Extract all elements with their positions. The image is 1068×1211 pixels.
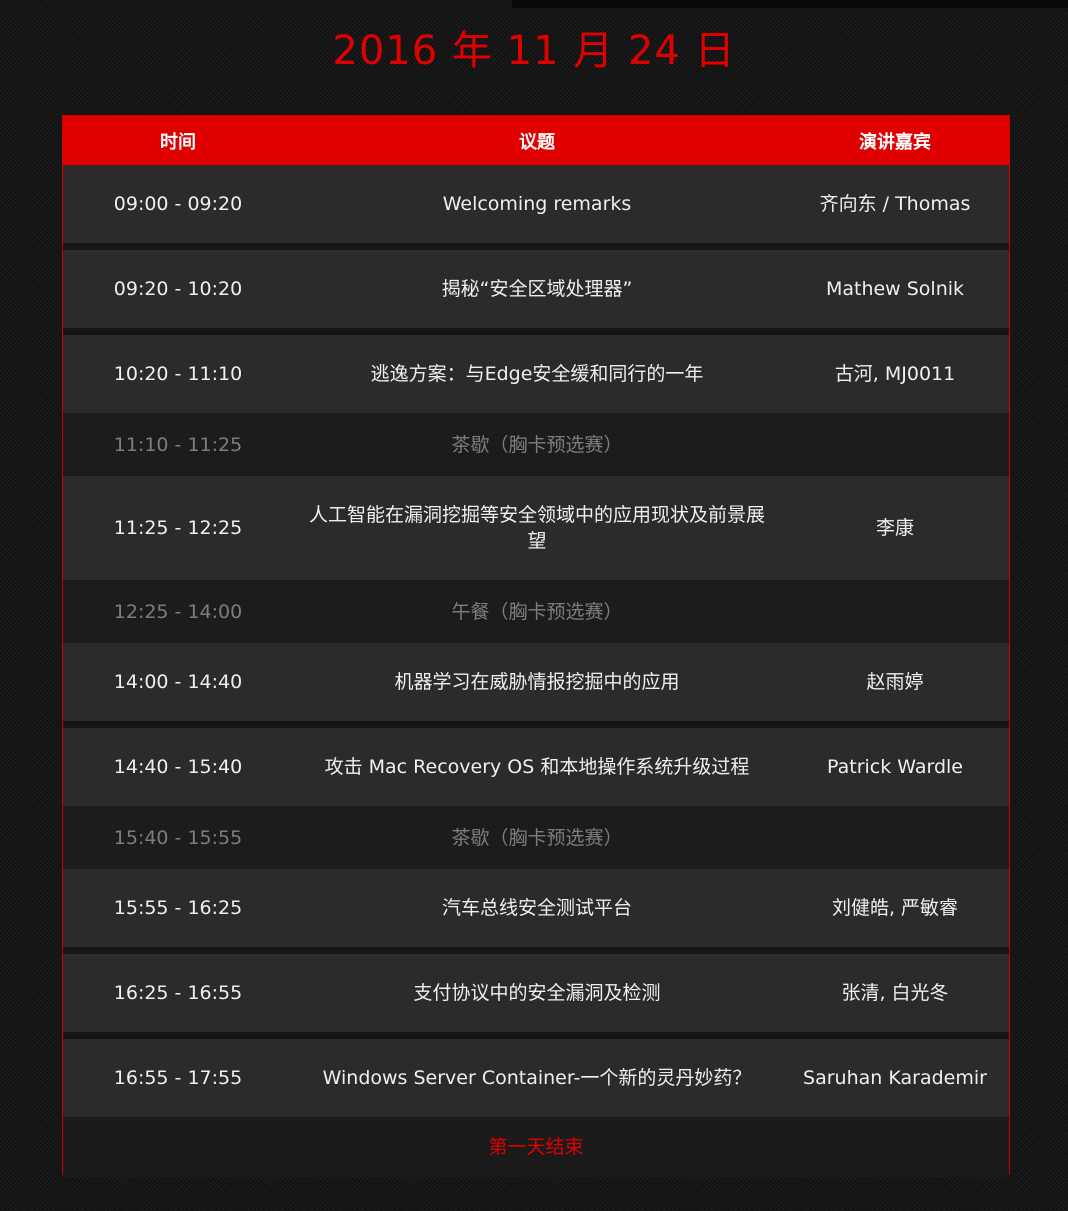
- header-speaker: 演讲嘉宾: [859, 131, 931, 153]
- break-label: 午餐（胸卡预选赛）: [451, 600, 623, 623]
- table-header: 时间 议题 演讲嘉宾: [63, 116, 1009, 165]
- header-topic: 议题: [519, 131, 555, 153]
- session-speaker: 李康: [875, 517, 914, 539]
- break-row: 15:40 - 15:55 茶歇（胸卡预选赛）: [63, 806, 1009, 869]
- session-topic: 攻击 Mac Recovery OS 和本地操作系统升级过程: [324, 756, 750, 778]
- session-speaker: 赵雨婷: [866, 671, 924, 693]
- break-label: 茶歇（胸卡预选赛）: [451, 826, 623, 849]
- session-time: 10:20 - 11:10: [113, 363, 243, 385]
- break-time: 15:40 - 15:55: [113, 826, 243, 849]
- day-end-label: 第一天结束: [63, 1117, 1009, 1177]
- session-topic: 支付协议中的安全漏洞及检测: [413, 982, 661, 1004]
- table-row: 14:00 - 14:40 机器学习在威胁情报挖掘中的应用 赵雨婷: [63, 643, 1009, 728]
- session-time: 11:25 - 12:25: [113, 517, 243, 539]
- break-time: 12:25 - 14:00: [113, 600, 243, 623]
- session-speaker: 张清, 白光冬: [841, 982, 949, 1004]
- session-time: 16:25 - 16:55: [113, 982, 243, 1004]
- session-speaker: 古河, MJ0011: [834, 363, 956, 385]
- break-row: 12:25 - 14:00 午餐（胸卡预选赛）: [63, 580, 1009, 643]
- session-topic: 汽车总线安全测试平台: [441, 897, 632, 919]
- break-time: 11:10 - 11:25: [113, 433, 243, 456]
- session-time: 09:20 - 10:20: [113, 278, 243, 300]
- session-topic: 人工智能在漏洞挖掘等安全领域中的应用现状及前景展望: [308, 504, 765, 552]
- session-time: 14:00 - 14:40: [113, 671, 243, 693]
- session-speaker: Mathew Solnik: [825, 278, 965, 300]
- schedule-table: 时间 议题 演讲嘉宾 09:00 - 09:20 Welcoming remar…: [62, 115, 1010, 1177]
- header-time: 时间: [160, 131, 196, 153]
- session-topic: Welcoming remarks: [442, 193, 632, 215]
- date-title: 2016 年 11 月 24 日: [332, 28, 736, 74]
- break-label: 茶歇（胸卡预选赛）: [451, 433, 623, 456]
- table-row: 16:55 - 17:55 Windows Server Container-一…: [63, 1039, 1009, 1117]
- session-time: 09:00 - 09:20: [113, 193, 243, 215]
- session-speaker: Patrick Wardle: [827, 756, 963, 778]
- session-speaker: 齐向东 / Thomas: [819, 193, 971, 215]
- break-row: 11:10 - 11:25 茶歇（胸卡预选赛）: [63, 413, 1009, 476]
- table-row: 15:55 - 16:25 汽车总线安全测试平台 刘健皓, 严敏睿: [63, 869, 1009, 954]
- session-topic: 逃逸方案：与Edge安全缓和同行的一年: [370, 363, 704, 385]
- session-time: 14:40 - 15:40: [113, 756, 243, 778]
- table-row: 11:25 - 12:25 人工智能在漏洞挖掘等安全领域中的应用现状及前景展望 …: [63, 476, 1009, 580]
- top-strip: [512, 0, 1068, 8]
- session-topic: 揭秘“安全区域处理器”: [441, 278, 633, 300]
- table-row: 14:40 - 15:40 攻击 Mac Recovery OS 和本地操作系统…: [63, 728, 1009, 806]
- table-row: 10:20 - 11:10 逃逸方案：与Edge安全缓和同行的一年 古河, MJ…: [63, 335, 1009, 413]
- session-topic: Windows Server Container-一个新的灵丹妙药？: [322, 1067, 752, 1089]
- table-row: 16:25 - 16:55 支付协议中的安全漏洞及检测 张清, 白光冬: [63, 954, 1009, 1039]
- session-topic: 机器学习在威胁情报挖掘中的应用: [394, 671, 680, 693]
- session-time: 16:55 - 17:55: [113, 1067, 243, 1089]
- session-speaker: Saruhan Karademir: [803, 1067, 987, 1089]
- session-speaker: 刘健皓, 严敏睿: [831, 897, 959, 919]
- table-row: 09:20 - 10:20 揭秘“安全区域处理器” Mathew Solnik: [63, 250, 1009, 335]
- session-time: 15:55 - 16:25: [113, 897, 243, 919]
- table-row: 09:00 - 09:20 Welcoming remarks 齐向东 / Th…: [63, 165, 1009, 250]
